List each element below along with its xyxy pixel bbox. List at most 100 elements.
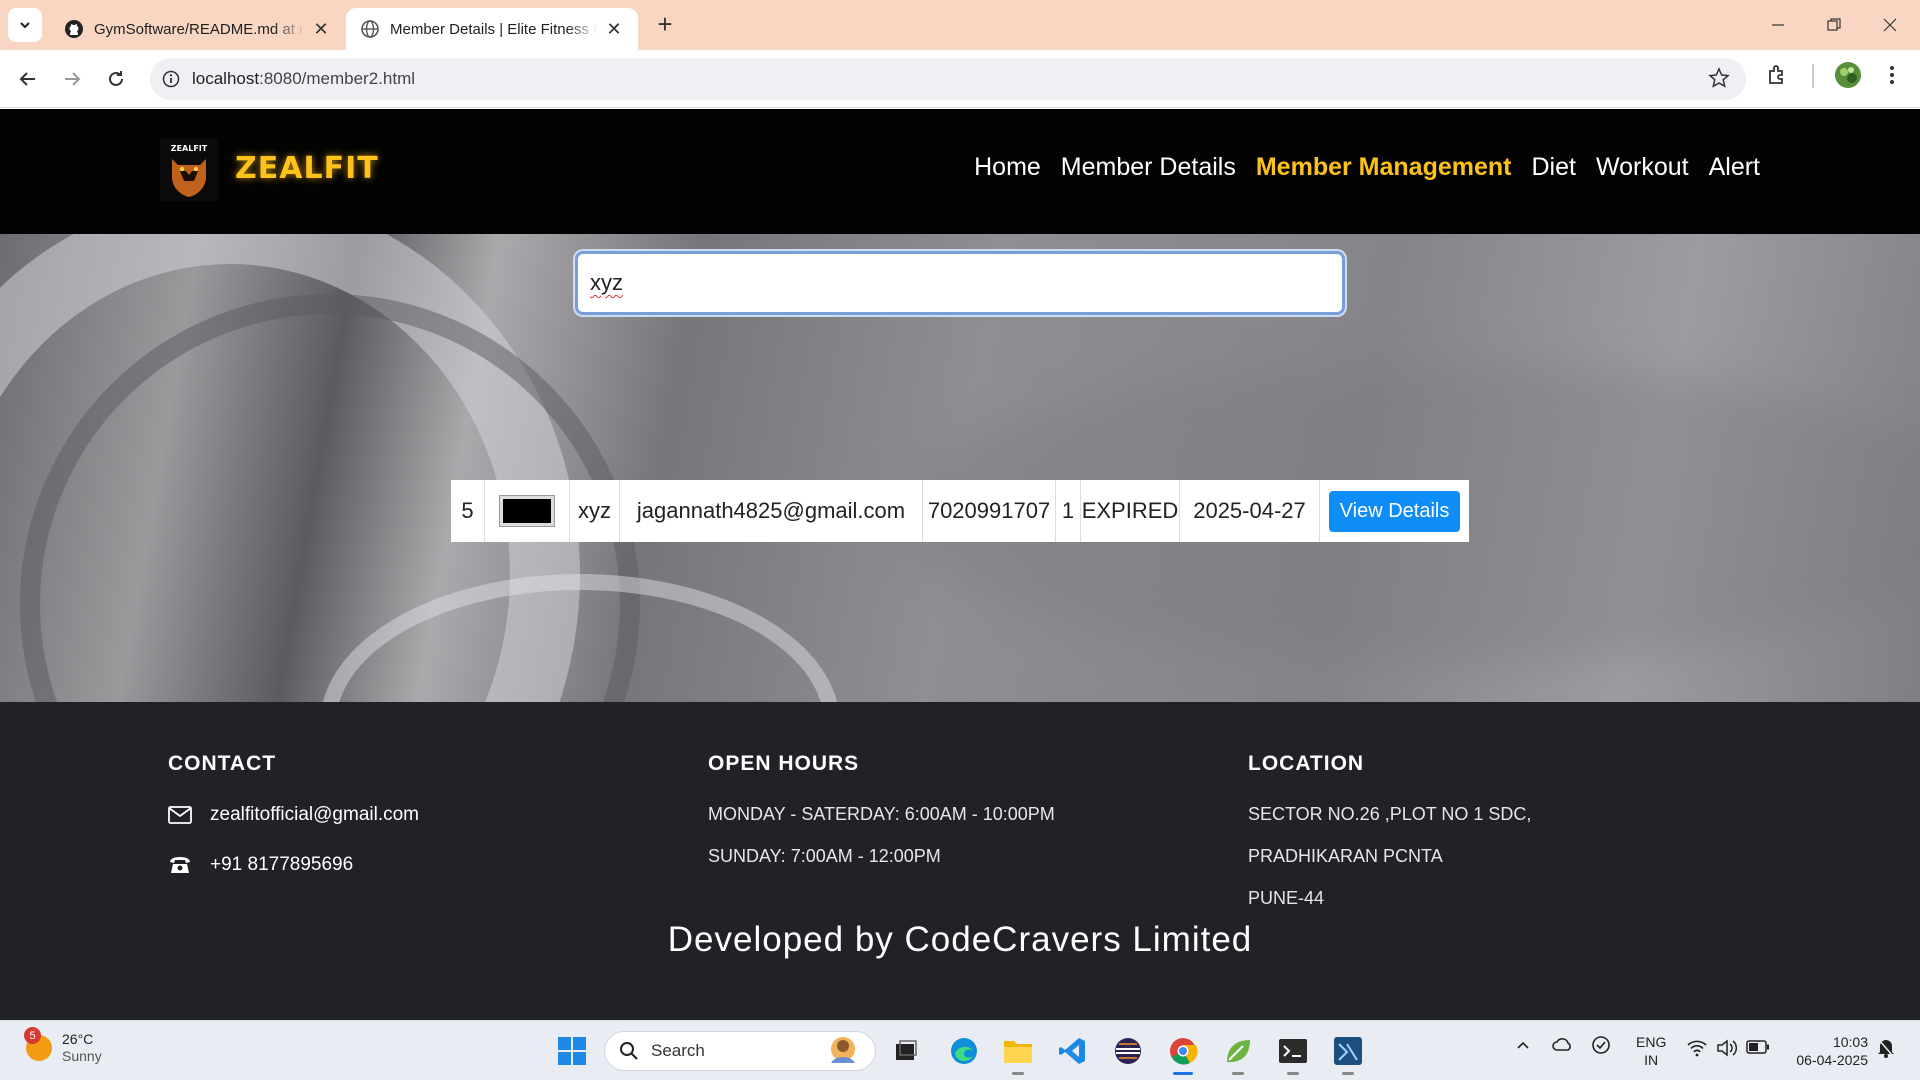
contact-email-line: zealfitofficial@gmail.com <box>168 804 419 826</box>
more-vertical-icon <box>1890 66 1894 84</box>
vscode-app[interactable] <box>1054 1033 1090 1069</box>
profile-avatar[interactable] <box>1834 61 1862 94</box>
back-button[interactable] <box>10 61 46 97</box>
folder-icon <box>1004 1041 1032 1063</box>
search-input-value: xyz <box>590 270 623 295</box>
temperature: 26°C <box>62 1031 94 1047</box>
browser-menu-button[interactable] <box>1882 63 1902 92</box>
member-expiry-date: 2025-04-27 <box>1180 480 1320 542</box>
spring-tool-app[interactable] <box>1220 1033 1256 1075</box>
task-view-button[interactable] <box>888 1033 924 1069</box>
chevron-up-icon <box>1517 1041 1529 1049</box>
shield-icon <box>1592 1036 1610 1054</box>
weather-widget[interactable]: 5 26°C Sunny <box>24 1027 102 1065</box>
taskbar-search[interactable]: Search <box>604 1031 876 1071</box>
vpn-tray[interactable] <box>1590 1035 1612 1058</box>
running-indicator <box>1342 1072 1354 1075</box>
notifications-button[interactable] <box>1876 1037 1896 1062</box>
contact-phone[interactable]: +91 8177895696 <box>210 854 353 876</box>
region-code: IN <box>1644 1052 1659 1068</box>
nav-alert[interactable]: Alert <box>1709 153 1760 182</box>
member-phone: 7020991707 <box>923 480 1056 542</box>
bell-icon <box>1878 1039 1894 1058</box>
start-button[interactable] <box>554 1033 590 1069</box>
running-indicator <box>1232 1072 1244 1075</box>
globe-icon <box>361 20 379 38</box>
eclipse-app[interactable] <box>1110 1033 1146 1069</box>
toolbar-divider <box>1812 64 1814 88</box>
nav-member-details[interactable]: Member Details <box>1061 153 1236 182</box>
new-tab-button[interactable]: + <box>650 10 680 40</box>
chrome-app[interactable] <box>1165 1033 1201 1075</box>
reload-icon <box>109 71 123 86</box>
close-window-button[interactable] <box>1862 8 1918 42</box>
taskbar: 5 26°C Sunny Search ENG IN 10:03 06-04-2… <box>0 1020 1920 1080</box>
hours-sunday: SUNDAY: 7:00AM - 12:00PM <box>708 846 941 866</box>
arrow-left-icon <box>19 72 35 86</box>
phone-icon <box>168 855 194 875</box>
contact-email[interactable]: zealfitofficial@gmail.com <box>210 804 419 826</box>
site-footer: CONTACT zealfitofficial@gmail.com +91 81… <box>0 702 1920 1020</box>
nav-member-management[interactable]: Member Management <box>1256 153 1512 182</box>
language-indicator[interactable]: ENG IN <box>1636 1033 1666 1069</box>
onedrive-tray[interactable] <box>1552 1035 1574 1058</box>
tab-github-readme[interactable]: GymSoftware/README.md at m ✕ <box>50 8 345 50</box>
tab-search-button[interactable] <box>8 8 42 42</box>
edge-app[interactable] <box>946 1033 982 1069</box>
workbench-app[interactable] <box>1330 1033 1366 1075</box>
battery-tray[interactable] <box>1746 1040 1770 1057</box>
clock-time: 10:03 <box>1832 1034 1868 1050</box>
zealfit-logo[interactable]: ZEALFIT <box>160 139 218 201</box>
site-info-button[interactable] <box>150 70 192 88</box>
hero-section: xyz 5 xyz jagannath4825@gmail.com 702099… <box>0 234 1920 702</box>
footer-location: LOCATION SECTOR NO.26 ,PLOT NO 1 SDC, PR… <box>1248 752 1531 930</box>
address-bar[interactable]: localhost:8080/member2.html <box>150 58 1746 100</box>
restore-button[interactable] <box>1806 8 1862 42</box>
tab-member-details[interactable]: Member Details | Elite Fitness C ✕ <box>346 8 638 50</box>
forward-button[interactable] <box>54 61 90 97</box>
github-icon <box>65 20 83 38</box>
location-line: PUNE-44 <box>1248 888 1325 908</box>
close-icon[interactable]: ✕ <box>604 19 624 40</box>
close-icon[interactable]: ✕ <box>311 19 331 40</box>
footer-hours: OPEN HOURS MONDAY - SATERDAY: 6:00AM - 1… <box>708 752 1055 888</box>
windows-icon <box>558 1037 586 1065</box>
wifi-icon <box>1687 1040 1707 1057</box>
sun-icon: 5 <box>24 1027 52 1061</box>
nav-workout[interactable]: Workout <box>1596 153 1689 182</box>
wifi-tray[interactable] <box>1686 1039 1708 1060</box>
browser-tab-bar: GymSoftware/README.md at m ✕ Member Deta… <box>0 0 1920 50</box>
extensions-button[interactable] <box>1766 63 1790 92</box>
avatar-icon <box>1835 62 1861 88</box>
eclipse-icon <box>1115 1038 1141 1064</box>
show-hidden-icons-button[interactable] <box>1515 1037 1531 1056</box>
nav-diet[interactable]: Diet <box>1531 153 1575 182</box>
brand-name[interactable]: ZEALFIT <box>235 151 379 186</box>
url-path: :8080/member2.html <box>259 69 416 88</box>
view-details-button[interactable]: View Details <box>1328 490 1461 532</box>
footer-contact: CONTACT zealfitofficial@gmail.com +91 81… <box>168 752 419 904</box>
clock-date: 06-04-2025 <box>1796 1052 1868 1068</box>
url-text: localhost:8080/member2.html <box>192 69 415 89</box>
table-row: 5 xyz jagannath4825@gmail.com 7020991707… <box>451 480 1469 542</box>
developer-credit: Developed by CodeCravers Limited <box>667 920 1253 959</box>
member-plan: 1 <box>1056 480 1081 542</box>
edge-icon <box>951 1038 977 1064</box>
url-host: localhost <box>192 69 260 88</box>
terminal-icon <box>1279 1039 1307 1063</box>
terminal-app[interactable] <box>1275 1033 1311 1075</box>
minimize-button[interactable] <box>1750 8 1806 42</box>
nav-home[interactable]: Home <box>974 153 1041 182</box>
system-clock[interactable]: 10:03 06-04-2025 <box>1796 1033 1868 1069</box>
volume-tray[interactable] <box>1716 1038 1738 1061</box>
bookmark-star-icon[interactable] <box>1708 67 1730 94</box>
search-highlight-icon <box>821 1033 865 1070</box>
leaf-icon <box>1227 1040 1250 1063</box>
weather-condition: Sunny <box>62 1048 102 1064</box>
workbench-icon <box>1334 1037 1362 1065</box>
chevron-down-icon <box>20 22 30 29</box>
minimize-icon <box>1772 24 1784 26</box>
file-explorer-app[interactable] <box>1000 1033 1036 1075</box>
member-search-input[interactable]: xyz <box>575 251 1345 315</box>
reload-button[interactable] <box>98 61 134 97</box>
